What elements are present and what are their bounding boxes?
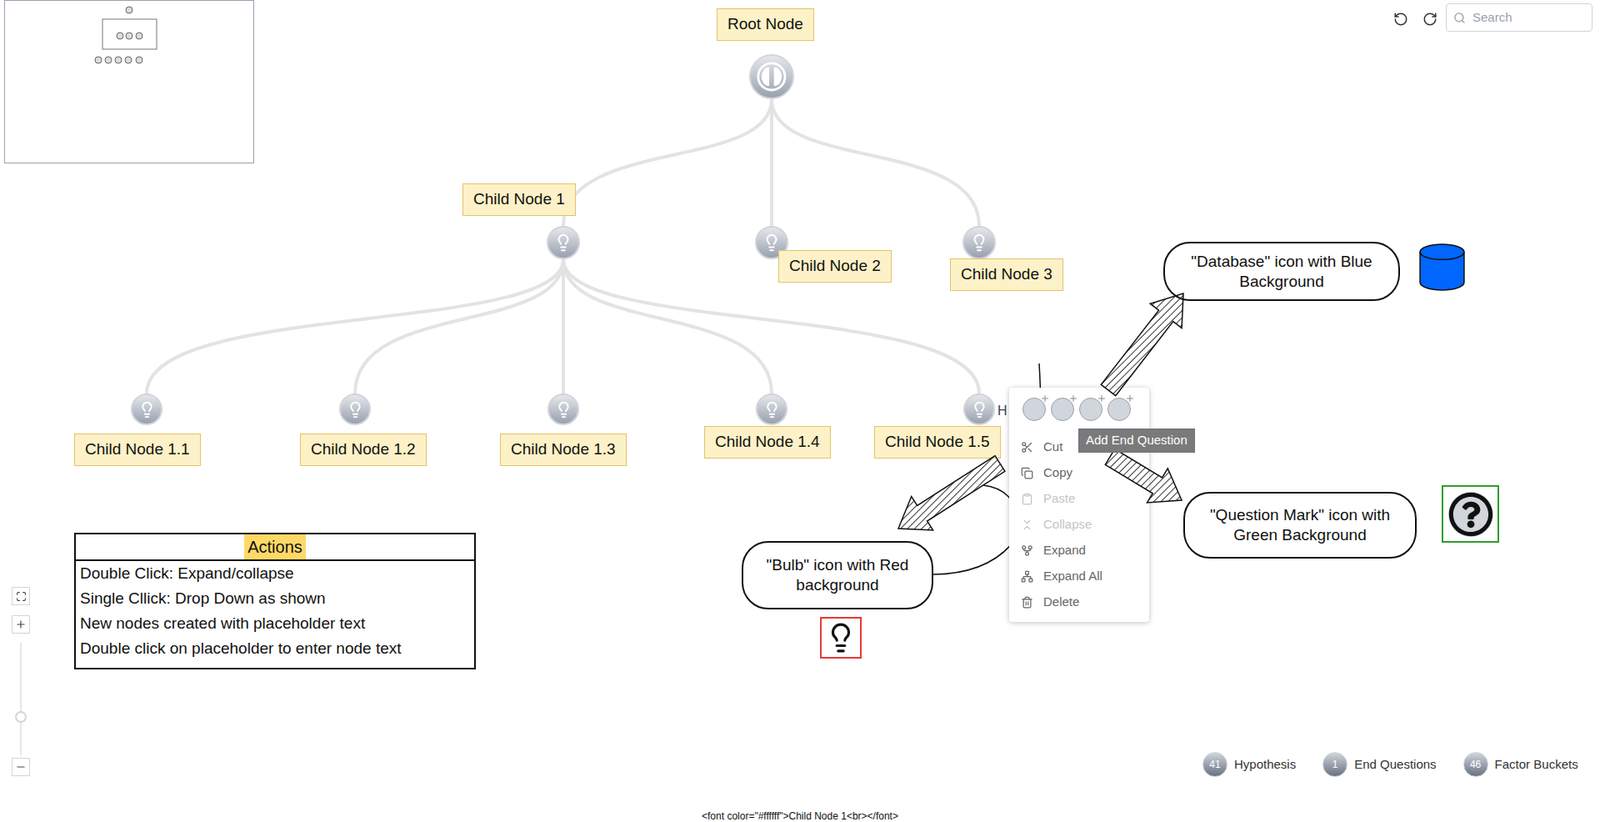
menu-item-icon (1020, 466, 1034, 480)
menu-item[interactable]: Expand (1009, 537, 1150, 564)
database-icon (1416, 241, 1468, 293)
plus-icon (1125, 393, 1135, 404)
status-text: <font color="#ffffff">Child Node 1<br></… (0, 808, 1600, 822)
edge (563, 99, 772, 226)
partial-label: H (997, 400, 1008, 421)
plus-icon (1040, 393, 1050, 404)
legend-item: 1End Questions (1322, 751, 1436, 777)
legend: 41Hypothesis 1End Questions 46Factor Bucke… (1202, 751, 1579, 777)
node-label[interactable]: Child Node 2 (778, 250, 892, 283)
menu-item-icon (1020, 570, 1034, 583)
zoom-thumb[interactable] (15, 710, 27, 723)
table-row: Double Click: Expand/collapse (80, 560, 470, 586)
search-field[interactable]: Search (1445, 3, 1593, 32)
table-row: Double click on placeholder to enter nod… (80, 635, 470, 661)
diagram-app: Search Root Node Child Node 1 Child Node 2 C… (0, 0, 1600, 822)
menu-item-icon (1020, 595, 1034, 609)
callout: "Database" icon with Blue Background (1163, 241, 1400, 301)
undo-icon (1393, 11, 1409, 27)
add-node-button[interactable] (1079, 397, 1103, 421)
arrow (1105, 449, 1182, 503)
hypothesis-node[interactable] (547, 393, 580, 425)
add-node-button[interactable] (1050, 397, 1075, 421)
legend-item: 46Factor Buckets (1463, 751, 1579, 777)
bulb-icon (555, 400, 573, 419)
redo-icon (1422, 11, 1438, 27)
bulb-icon (970, 233, 989, 252)
root-node[interactable] (749, 54, 795, 100)
edge (561, 259, 565, 394)
minus-icon (15, 760, 27, 773)
fit-icon (15, 590, 27, 602)
tooltip: Add End Question (1078, 428, 1195, 453)
table-row: New nodes created with placeholder text (80, 610, 470, 636)
node-label[interactable]: Child Node 1.2 (300, 433, 427, 466)
edge (355, 259, 564, 394)
menu-item[interactable]: Collapse (1009, 511, 1150, 538)
redo-button[interactable] (1419, 8, 1441, 30)
table-title: Actions (244, 534, 306, 560)
menu-item[interactable]: Paste (1009, 485, 1150, 512)
bulb-icon (346, 400, 365, 419)
question-icon (1441, 485, 1500, 543)
edge (770, 99, 774, 226)
fit-button[interactable] (11, 586, 30, 605)
node-label[interactable]: Child Node 1.1 (74, 433, 201, 466)
add-node-button[interactable] (1107, 397, 1131, 421)
root-icon (755, 60, 788, 93)
arrows (0, 0, 1600, 822)
search-icon (1453, 11, 1466, 25)
plus-icon (1068, 393, 1079, 404)
table-row: Single Cllick: Drop Down as shown (80, 585, 470, 611)
minimap[interactable] (4, 0, 255, 164)
edge (146, 259, 564, 394)
menu-item[interactable]: Copy (1009, 460, 1150, 486)
pen-line (0, 0, 1600, 822)
add-node-button[interactable] (1022, 397, 1046, 421)
menu-item-icon (1020, 492, 1034, 505)
zoom-in-button[interactable] (11, 615, 30, 634)
callout: "Bulb" icon with Red background (741, 540, 934, 610)
node-label[interactable]: Child Node 1.3 (500, 433, 627, 466)
callout: "Question Mark" icon with Green Backgrou… (1183, 491, 1417, 559)
menu-item[interactable]: Expand All (1009, 563, 1150, 590)
plus-icon (1096, 393, 1107, 404)
menu-item-icon (1020, 518, 1034, 531)
node-label[interactable]: Child Node 1.4 (704, 425, 831, 459)
zoom-track (20, 642, 22, 755)
actions-table: ActionsDouble Click: Expand/collapseSing… (74, 532, 476, 670)
hypothesis-node[interactable] (963, 393, 995, 425)
add-buttons (1009, 387, 1150, 435)
menu-item[interactable]: Delete (1009, 589, 1150, 615)
hypothesis-node[interactable] (755, 393, 788, 425)
bulb-icon (763, 400, 781, 419)
node-label[interactable]: Child Node 1 (462, 183, 576, 216)
hypothesis-node[interactable] (546, 225, 580, 260)
hypothesis-node[interactable] (962, 225, 996, 260)
edge (563, 259, 772, 394)
hypothesis-node[interactable] (130, 393, 163, 425)
arrow (1100, 293, 1184, 396)
menu-item-icon (1020, 440, 1034, 454)
bulb-icon (820, 616, 862, 659)
node-label[interactable]: Child Node 3 (950, 258, 1064, 291)
context-menu: CutCopyPasteCollapseExpandExpand AllDele… (1009, 387, 1150, 622)
undo-button[interactable] (1390, 8, 1412, 30)
bulb-icon (970, 400, 989, 419)
bulb-icon (762, 233, 781, 252)
edge (563, 259, 980, 394)
node-label[interactable]: Child Node 1.5 (874, 425, 1001, 459)
edge (771, 99, 980, 226)
bulb-icon (138, 400, 156, 419)
plus-icon (15, 618, 27, 630)
menu-item-icon (1020, 544, 1034, 557)
zoom-out-button[interactable] (11, 757, 30, 776)
hypothesis-node[interactable] (339, 393, 371, 425)
node-label[interactable]: Root Node (716, 8, 815, 41)
legend-item: 41Hypothesis (1202, 751, 1296, 777)
bulb-icon (554, 233, 573, 252)
arrow (898, 455, 1005, 530)
